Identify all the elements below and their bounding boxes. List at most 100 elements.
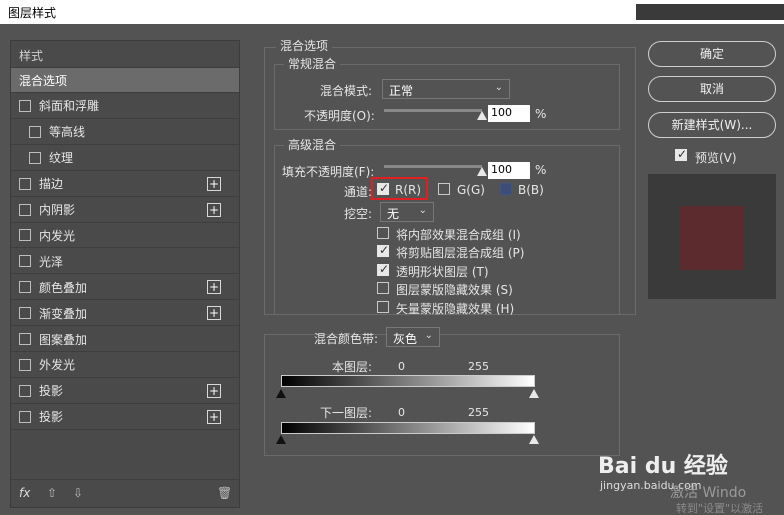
style-item-label: 光泽: [39, 254, 64, 269]
style-item-checkbox[interactable]: [19, 384, 31, 397]
underlying-gradient: [281, 422, 535, 434]
style-item[interactable]: 描边 +: [11, 172, 239, 197]
add-effect-icon[interactable]: +: [207, 176, 221, 191]
title-bar-dark-area: [636, 4, 784, 20]
trash-icon[interactable]: 🗑: [217, 486, 232, 500]
blend-options-title: 混合选项: [276, 37, 333, 54]
move-down-icon[interactable]: ⇩: [73, 486, 83, 500]
style-item[interactable]: 颜色叠加 +: [11, 275, 239, 301]
style-item[interactable]: 投影 +: [11, 405, 239, 430]
fill-opacity-slider-thumb[interactable]: [477, 167, 487, 176]
add-effect-icon[interactable]: +: [207, 202, 221, 217]
styles-bottom-bar: fx ⇧ ⇩ 🗑: [11, 479, 239, 507]
style-item-checkbox[interactable]: [19, 229, 31, 242]
channel-r-checkbox[interactable]: [377, 181, 389, 195]
style-item-checkbox[interactable]: [19, 203, 31, 216]
style-item-checkbox[interactable]: [19, 281, 31, 294]
new-style-button[interactable]: 新建样式(W)...: [648, 112, 776, 138]
knockout-select[interactable]: 无 ⌄: [380, 202, 434, 222]
style-item[interactable]: 图案叠加: [11, 327, 239, 352]
style-item[interactable]: 投影 +: [11, 379, 239, 404]
channel-b-checkbox[interactable]: [500, 183, 512, 195]
style-item-checkbox[interactable]: [29, 125, 41, 138]
underlying-white-thumb[interactable]: [529, 435, 539, 444]
fill-opacity-label: 填充不透明度(F):: [282, 165, 375, 179]
add-effect-icon[interactable]: +: [207, 383, 221, 398]
this-layer-white-thumb[interactable]: [529, 389, 539, 398]
add-effect-icon[interactable]: +: [207, 280, 221, 295]
style-item[interactable]: 内发光: [11, 223, 239, 249]
style-item-label: 内发光: [39, 228, 76, 243]
advanced-option-label: 将剪贴图层混合成组 (P): [396, 246, 525, 261]
style-item[interactable]: 斜面和浮雕: [11, 94, 239, 119]
fill-opacity-slider[interactable]: [384, 165, 482, 168]
advanced-option-checkbox[interactable]: [377, 282, 389, 295]
styles-list-panel: 样式 混合选项斜面和浮雕 等高线 纹理 描边 + 内阴影 + 内发光光泽颜色叠加 + 渐变叠加 + 图…: [10, 40, 240, 508]
style-item-label: 混合选项: [19, 73, 68, 88]
opacity-slider[interactable]: [384, 109, 482, 112]
blend-if-select[interactable]: 灰色 ⌄: [386, 327, 440, 347]
blend-mode-label: 混合模式:: [320, 84, 373, 98]
style-item[interactable]: 外发光: [11, 353, 239, 378]
general-blending-title: 常规混合: [284, 55, 341, 72]
style-item-checkbox[interactable]: [19, 99, 31, 112]
channel-g-checkbox[interactable]: [438, 183, 450, 195]
ok-button[interactable]: 确定: [648, 41, 776, 67]
chevron-down-icon: ⌄: [418, 205, 427, 216]
advanced-option-checkbox[interactable]: [377, 300, 389, 313]
style-item-label: 图案叠加: [39, 332, 88, 347]
channel-b-label: B(B): [518, 183, 544, 197]
this-layer-black-thumb[interactable]: [276, 389, 286, 398]
activate-windows-subtext: 转到"设置"以激活: [676, 502, 764, 515]
blend-if-label: 混合颜色带:: [314, 332, 379, 346]
style-item-checkbox[interactable]: [19, 177, 31, 190]
advanced-option-checkbox[interactable]: [377, 227, 389, 239]
style-item-label: 外发光: [39, 358, 76, 373]
style-item[interactable]: 内阴影 +: [11, 198, 239, 223]
underlying-black-thumb[interactable]: [276, 435, 286, 444]
opacity-input[interactable]: 100: [488, 105, 530, 122]
title-bar: 图层样式: [0, 0, 784, 24]
style-item[interactable]: 纹理: [11, 146, 239, 171]
baidu-watermark-logo: Bai du 经验: [598, 454, 728, 479]
style-item-checkbox[interactable]: [19, 333, 31, 345]
preview-swatch: [680, 206, 744, 270]
blend-mode-select[interactable]: 正常 ⌄: [382, 79, 510, 99]
window-title: 图层样式: [8, 6, 57, 20]
chevron-down-icon: ⌄: [494, 82, 503, 93]
this-layer-max: 255: [468, 360, 489, 373]
opacity-percent: %: [535, 107, 547, 121]
cancel-button[interactable]: 取消: [648, 76, 776, 102]
style-item-checkbox[interactable]: [19, 358, 31, 371]
style-item-label: 颜色叠加: [39, 280, 88, 295]
blend-if-group: [264, 334, 620, 456]
opacity-slider-thumb[interactable]: [477, 111, 487, 120]
style-item[interactable]: 等高线: [11, 120, 239, 145]
style-item[interactable]: 混合选项: [11, 68, 239, 93]
advanced-option-label: 矢量蒙版隐藏效果 (H): [396, 301, 515, 316]
channel-r-label: R(R): [395, 183, 422, 197]
style-item-label: 内阴影: [39, 203, 76, 217]
style-item-checkbox[interactable]: [29, 151, 41, 164]
opacity-label: 不透明度(O):: [304, 109, 375, 123]
style-item-checkbox[interactable]: [19, 307, 31, 320]
add-effect-icon[interactable]: +: [207, 409, 221, 424]
fill-opacity-input[interactable]: 100: [488, 162, 530, 179]
fx-icon[interactable]: fx: [19, 486, 30, 500]
style-item[interactable]: 渐变叠加 +: [11, 301, 239, 327]
advanced-option-checkbox[interactable]: [377, 243, 389, 258]
preview-checkbox[interactable]: [675, 147, 687, 161]
styles-header: 样式: [11, 43, 239, 68]
add-effect-icon[interactable]: +: [207, 306, 221, 321]
style-item-checkbox[interactable]: [19, 410, 31, 423]
advanced-blending-title: 高级混合: [284, 136, 341, 153]
move-up-icon[interactable]: ⇧: [47, 486, 57, 500]
style-item[interactable]: 光泽: [11, 249, 239, 275]
styles-header-label: 样式: [19, 48, 44, 63]
advanced-option-checkbox[interactable]: [377, 262, 389, 276]
channel-g-label: G(G): [457, 183, 485, 197]
style-item-label: 渐变叠加: [39, 306, 88, 321]
activate-windows-text: 激活 Windo: [670, 485, 747, 501]
style-item-checkbox[interactable]: [19, 255, 31, 268]
underlying-min: 0: [398, 406, 405, 419]
